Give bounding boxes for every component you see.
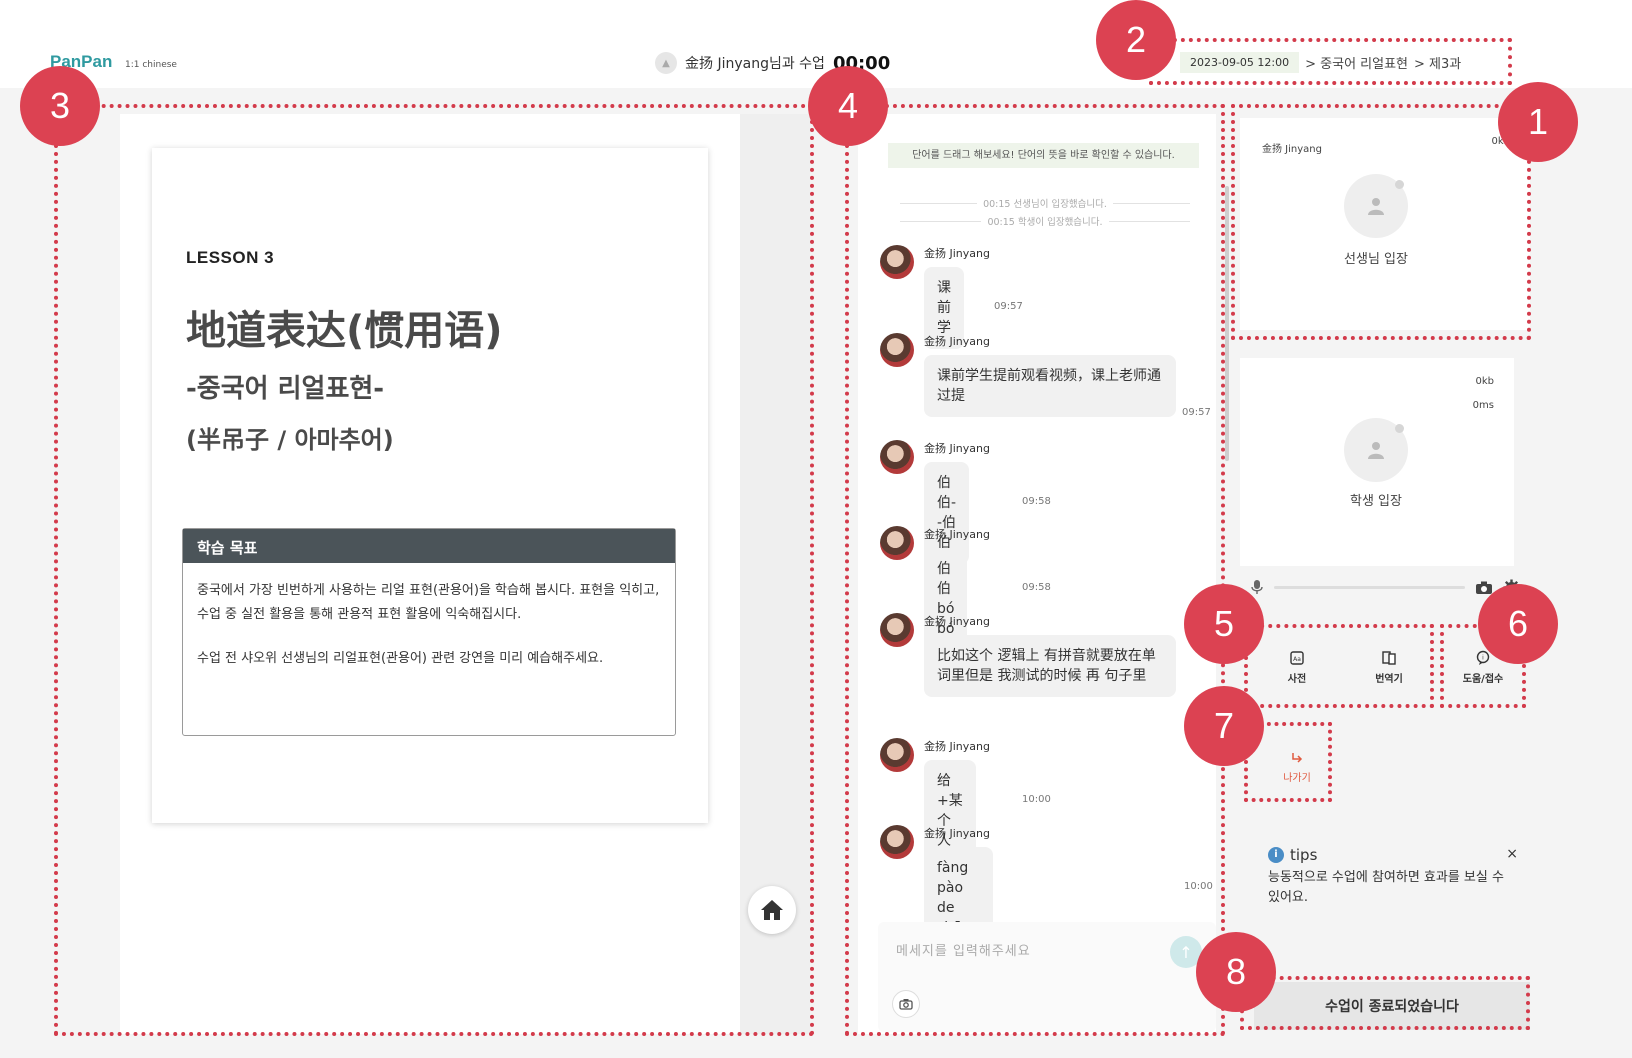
volume-slider[interactable] xyxy=(1274,585,1465,589)
annotation-box-5 xyxy=(1244,624,1434,708)
annotation-badge-2: 2 xyxy=(1096,0,1176,80)
annotation-box-2 xyxy=(1149,38,1512,85)
microphone-icon[interactable] xyxy=(1250,579,1264,595)
annotation-box-1 xyxy=(1231,104,1531,340)
annotation-badge-6: 6 xyxy=(1478,584,1558,664)
media-controls xyxy=(1250,573,1520,601)
session-text: 金扬 Jinyang님과 수업 xyxy=(685,56,825,72)
student-avatar xyxy=(1344,418,1408,482)
info-icon: i xyxy=(1268,847,1284,863)
chat-scrollbar[interactable] xyxy=(1225,186,1229,461)
user-avatar-icon: ▲ xyxy=(655,52,677,74)
user-icon xyxy=(1368,442,1384,459)
annotation-badge-8: 8 xyxy=(1196,932,1276,1012)
tips-box: i tips × 능동적으로 수업에 참여하면 효과를 보실 수 있어요. xyxy=(1252,834,1532,939)
annotation-badge-4: 4 xyxy=(808,66,888,146)
tips-header: i tips xyxy=(1268,846,1516,864)
student-video: 0kb 0ms 학생 입장 xyxy=(1240,358,1514,566)
tips-title: tips xyxy=(1290,846,1318,864)
annotation-badge-5: 5 xyxy=(1184,584,1264,664)
student-latency: 0ms xyxy=(1472,400,1494,411)
student-status: 학생 입장 xyxy=(1350,494,1402,509)
camera-icon[interactable] xyxy=(1475,580,1493,595)
tips-text: 능동적으로 수업에 참여하면 효과를 보실 수 있어요. xyxy=(1268,870,1504,905)
annotation-badge-7: 7 xyxy=(1184,686,1264,766)
annotation-box-8 xyxy=(1240,976,1530,1030)
status-dot xyxy=(1395,424,1404,433)
annotation-badge-3: 3 xyxy=(20,66,100,146)
close-icon[interactable]: × xyxy=(1506,846,1518,862)
student-bitrate: 0kb xyxy=(1475,376,1494,387)
annotation-box-3 xyxy=(54,104,814,1036)
annotation-badge-1: 1 xyxy=(1498,82,1578,162)
logo-subtitle: 1:1 chinese xyxy=(125,60,177,70)
annotation-box-4 xyxy=(845,104,1225,1036)
